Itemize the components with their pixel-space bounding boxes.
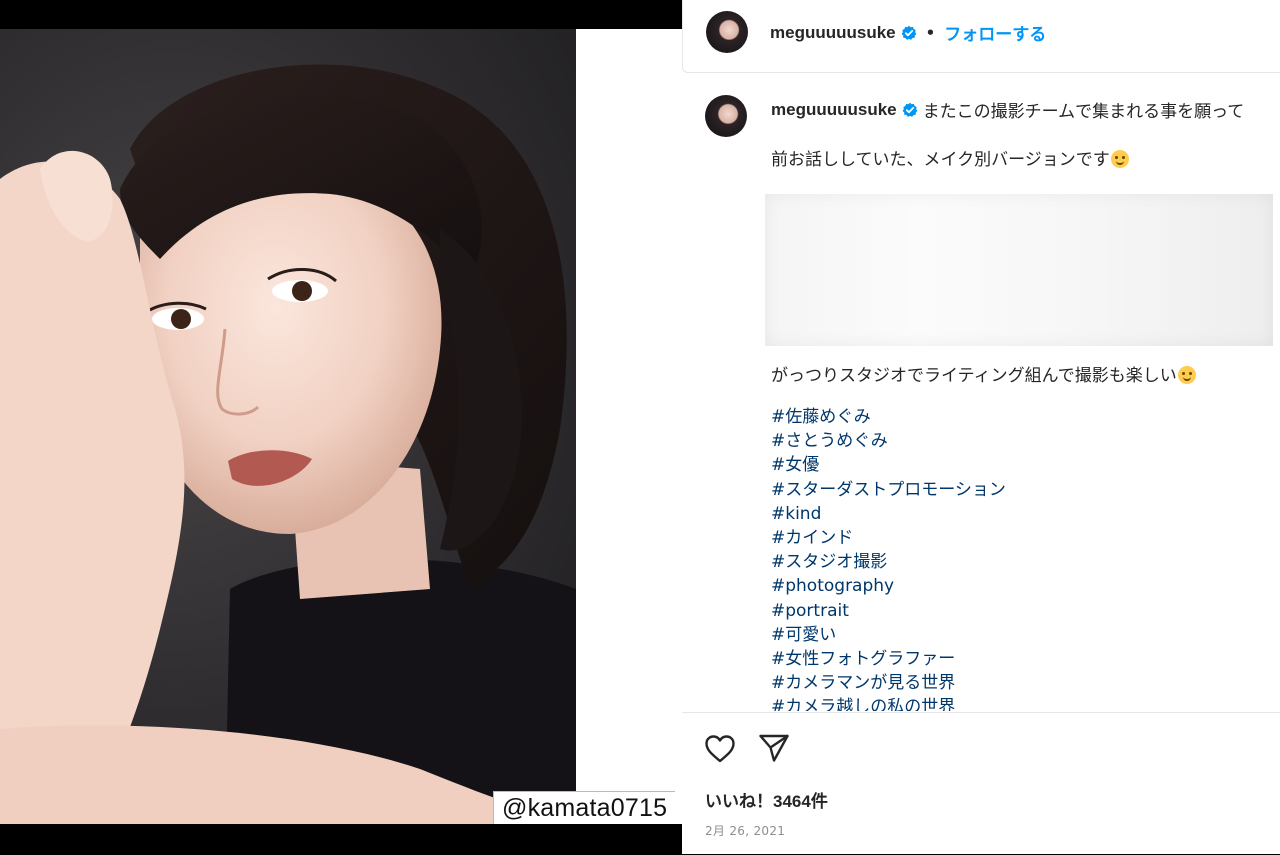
post-media-panel: @kamata0715: [0, 0, 682, 854]
caption-line3-text: がっつりスタジオでライティング組んで撮影も楽しい: [771, 366, 1177, 386]
hashtag-link[interactable]: #カメラ越しの私の世界: [771, 695, 1006, 711]
caption-scroll-area[interactable]: meguuuuusuke またこの撮影チームで集まれる事を願って 前お話ししてい…: [682, 73, 1280, 711]
hashtag-link[interactable]: #スターダストプロモーション: [771, 478, 1006, 502]
paper-plane-icon[interactable]: [758, 733, 790, 763]
smiling-face-emoji-icon: [1177, 366, 1196, 384]
hashtag-link[interactable]: #さとうめぐみ: [771, 429, 1006, 453]
verified-badge-icon: [901, 25, 917, 40]
hashtag-link[interactable]: #女優: [771, 453, 1006, 477]
blurred-content-box: [765, 194, 1273, 346]
post-info-panel: meguuuuusuke • フォローする meguuuuusuke またこの撮…: [682, 0, 1280, 854]
photo-frame: @kamata0715: [0, 29, 682, 824]
post-actions: いいね！3464件 2月 26, 2021: [682, 712, 1280, 855]
caption-first-line: meguuuuusuke またこの撮影チームで集まれる事を願って: [771, 97, 1280, 123]
portrait-illustration: [0, 64, 576, 824]
avatar[interactable]: [706, 11, 748, 53]
hashtag-link[interactable]: #女性フォトグラファー: [771, 647, 1006, 671]
photo-credit-watermark: @kamata0715: [493, 791, 676, 824]
hashtag-link[interactable]: #カインド: [771, 526, 1006, 550]
caption-text-line1: またこの撮影チームで集まれる事を願って: [922, 102, 1245, 122]
heart-icon[interactable]: [704, 734, 736, 764]
hashtag-link[interactable]: #可愛い: [771, 623, 1006, 647]
post-header: meguuuuusuke • フォローする: [682, 0, 1280, 73]
separator-dot: •: [925, 23, 936, 42]
smiling-face-emoji-icon: [1110, 150, 1129, 168]
hashtag-list: #佐藤めぐみ #さとうめぐみ #女優 #スターダストプロモーション #kind …: [771, 405, 1006, 711]
hashtag-link[interactable]: #カメラマンが見る世界: [771, 671, 1006, 695]
caption-username[interactable]: meguuuuusuke: [771, 100, 897, 120]
hashtag-link[interactable]: #佐藤めぐみ: [771, 405, 1006, 429]
like-count[interactable]: いいね！3464件: [705, 787, 828, 812]
hashtag-link[interactable]: #スタジオ撮影: [771, 550, 1006, 574]
hashtag-link[interactable]: #portrait: [771, 599, 1006, 623]
follow-button[interactable]: フォローする: [944, 20, 1046, 45]
caption-avatar[interactable]: [705, 95, 747, 137]
post-date[interactable]: 2月 26, 2021: [705, 822, 785, 839]
post-photo[interactable]: [0, 29, 576, 824]
hashtag-link[interactable]: #kind: [771, 502, 1006, 526]
hashtag-link[interactable]: #photography: [771, 574, 1006, 598]
caption-text-line2: 前お話ししていた、メイク別バージョンです: [771, 145, 1129, 170]
caption-text-line3: がっつりスタジオでライティング組んで撮影も楽しい: [771, 361, 1196, 386]
header-user-row: meguuuuusuke • フォローする: [770, 20, 1046, 45]
verified-badge-icon: [902, 102, 918, 117]
caption-line2-text: 前お話ししていた、メイク別バージョンです: [771, 150, 1110, 170]
header-username[interactable]: meguuuuusuke: [770, 23, 896, 43]
